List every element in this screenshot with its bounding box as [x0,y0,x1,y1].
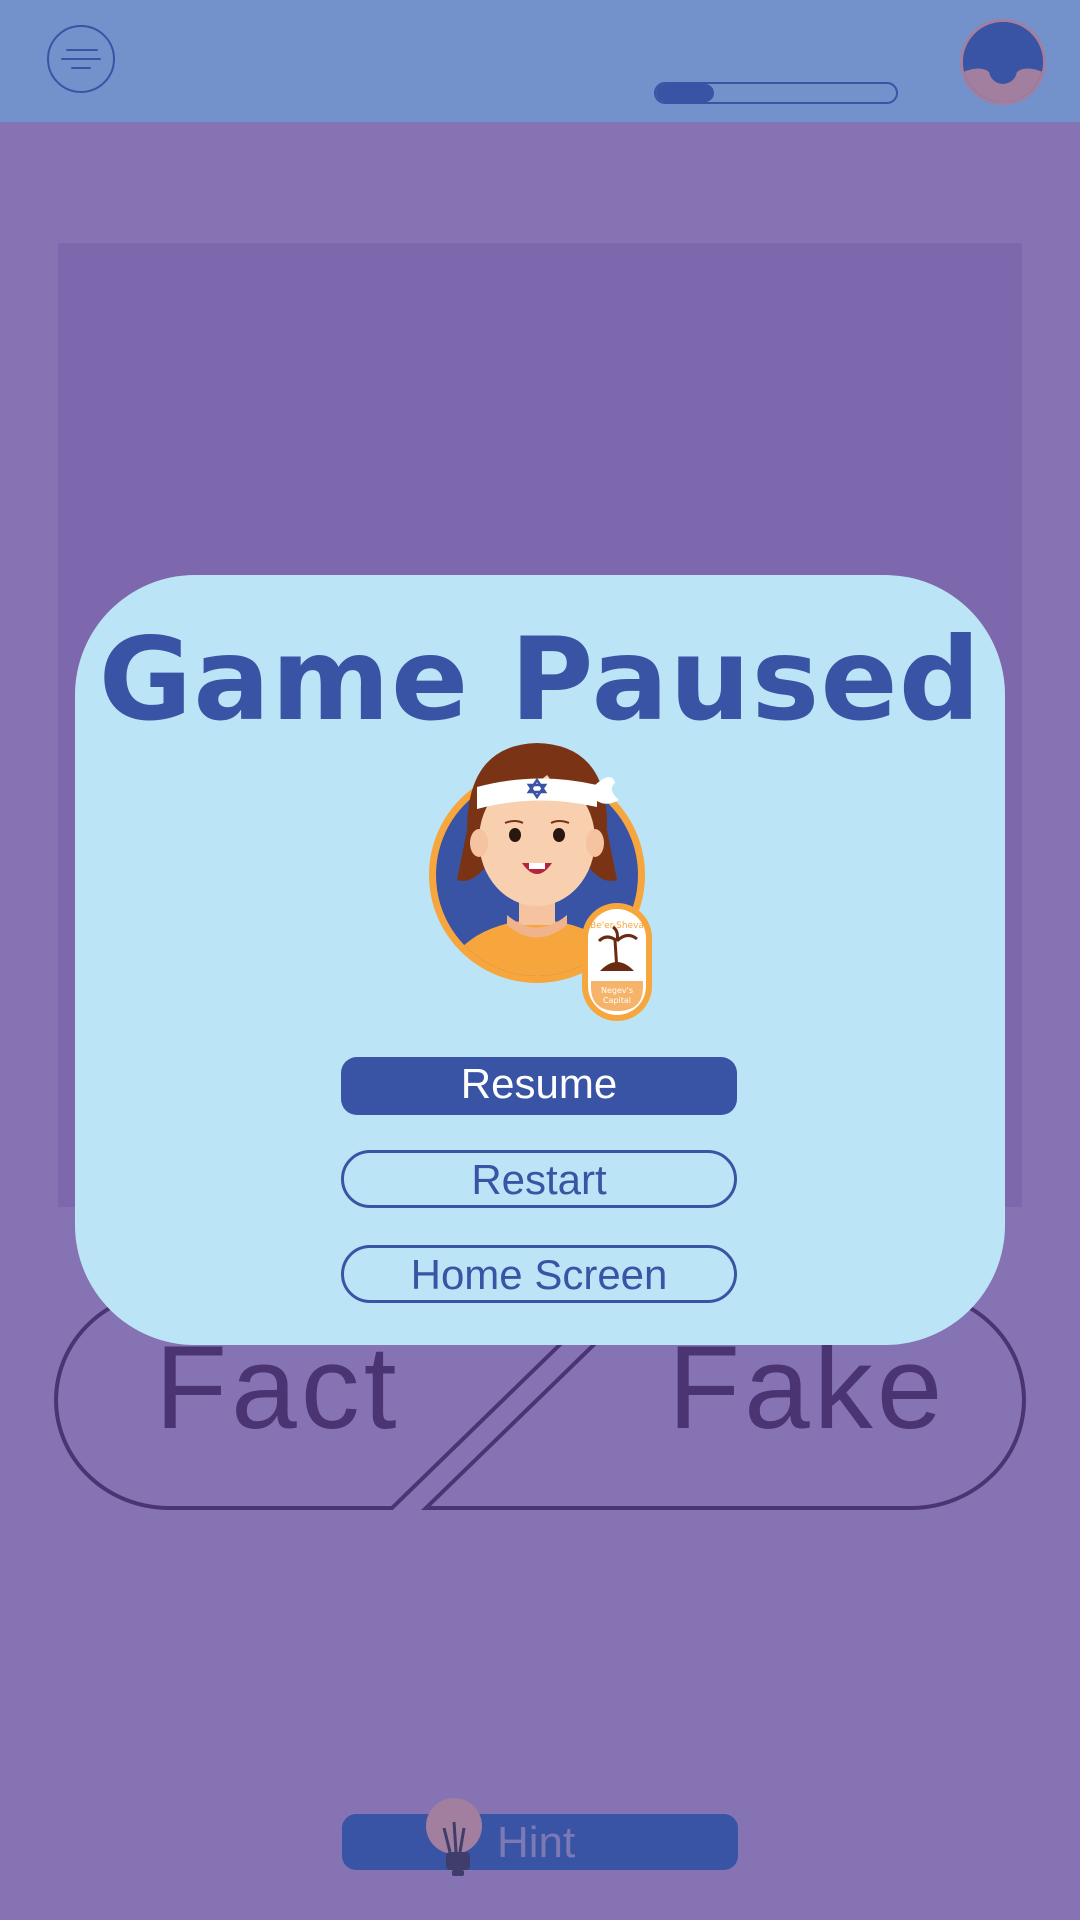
badge-caption-line2: Capital [603,996,631,1005]
character-illustration: Be'er-Sheva Negev's Capital [429,743,652,1021]
badge-city: Be'er-Sheva [590,921,644,931]
hint-label: Hint [497,1818,576,1867]
hamburger-menu-icon [66,49,98,51]
progress-fill [656,84,714,102]
avatar[interactable] [960,19,1046,105]
level-progress-bar [654,82,898,104]
badge-caption-line1: Negev's [601,986,633,995]
restart-button[interactable]: Restart [341,1150,737,1208]
modal-title: Game Paused [98,613,982,746]
menu-icon-line [61,58,101,60]
resume-button[interactable]: Resume [341,1057,737,1115]
menu-button[interactable] [47,25,115,93]
home-screen-button[interactable]: Home Screen [341,1245,737,1303]
pause-modal: Game Paused Be'er-Sheva Negev's Capital … [75,575,1005,1345]
hint-button[interactable]: Hint [342,1798,738,1876]
top-bar [0,0,1080,122]
menu-icon-line [71,67,91,69]
lightbulb-icon [426,1798,482,1876]
player-avatar-icon [963,22,1043,102]
